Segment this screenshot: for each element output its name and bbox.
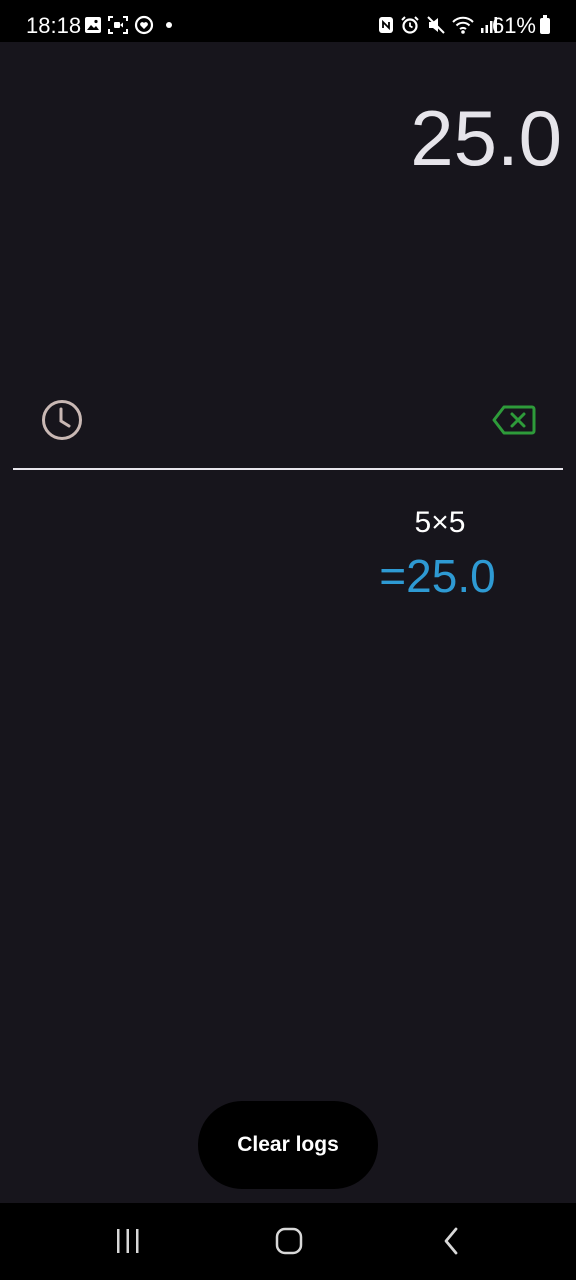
screen-recorder-icon <box>108 15 128 39</box>
battery-icon <box>540 15 550 34</box>
nfc-icon <box>378 16 394 39</box>
status-left-icons <box>84 15 178 40</box>
home-icon <box>274 1226 304 1261</box>
back-icon <box>440 1226 464 1261</box>
navigation-bar <box>0 1203 576 1280</box>
back-button[interactable] <box>430 1223 474 1263</box>
log-entry: 5×5 =25.0 <box>360 500 520 606</box>
result-display: 25.0 <box>410 94 562 182</box>
log-result: =25.0 <box>379 550 496 602</box>
battery-percent: 61% <box>491 13 536 38</box>
status-right-icons <box>378 15 498 40</box>
home-button[interactable] <box>267 1223 311 1263</box>
status-bar: 18:18 61% <box>0 0 576 42</box>
wifi-icon <box>452 15 474 40</box>
mute-icon <box>426 15 446 40</box>
backspace-icon <box>492 405 536 440</box>
log-expression: 5×5 <box>414 506 466 539</box>
gallery-icon <box>84 16 102 39</box>
recent-apps-icon <box>113 1227 143 1260</box>
status-time: 18:18 <box>26 13 82 38</box>
history-button[interactable] <box>40 399 84 446</box>
health-icon <box>134 15 154 40</box>
clear-logs-button[interactable]: Clear logs <box>198 1101 378 1189</box>
recent-apps-button[interactable] <box>106 1223 150 1263</box>
alarm-icon <box>400 15 420 40</box>
clock-icon <box>41 399 83 446</box>
backspace-button[interactable] <box>490 404 538 440</box>
dot-icon <box>160 16 178 39</box>
divider <box>13 468 563 470</box>
